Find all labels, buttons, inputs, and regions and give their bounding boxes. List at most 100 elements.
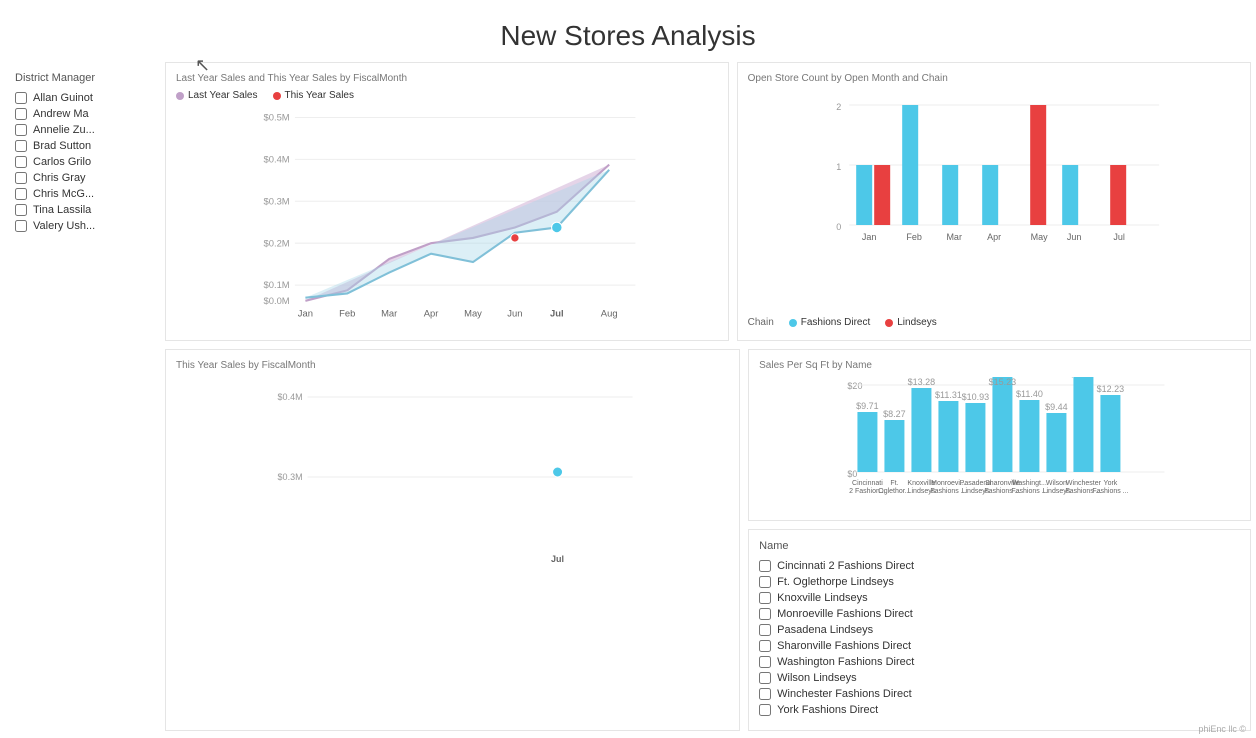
- svg-text:$0.4M: $0.4M: [264, 154, 290, 165]
- sidebar-label-8: Valery Ush...: [33, 220, 95, 232]
- sidebar-item-2[interactable]: Annelie Zu...: [15, 124, 145, 136]
- svg-text:$0.3M: $0.3M: [278, 472, 303, 482]
- svg-text:Apr: Apr: [987, 232, 1001, 242]
- svg-text:York: York: [1104, 480, 1118, 487]
- name-filter-checkbox-3[interactable]: [759, 608, 771, 620]
- svg-text:$0: $0: [848, 469, 858, 479]
- name-filter-checkbox-9[interactable]: [759, 704, 771, 716]
- this-year-dot: [273, 92, 281, 100]
- name-filter-checkbox-4[interactable]: [759, 624, 771, 636]
- name-filter-checkbox-2[interactable]: [759, 592, 771, 604]
- name-filter-item-3[interactable]: Monroeville Fashions Direct: [759, 608, 1240, 620]
- open-store-title: Open Store Count by Open Month and Chain: [748, 73, 1240, 84]
- svg-text:$10.93: $10.93: [962, 392, 990, 402]
- svg-text:Jul: Jul: [1113, 232, 1125, 242]
- sidebar-label-3: Brad Sutton: [33, 140, 91, 152]
- svg-text:$11.40: $11.40: [1016, 389, 1043, 399]
- svg-text:$20: $20: [848, 381, 863, 391]
- svg-text:Jun: Jun: [1067, 232, 1082, 242]
- sidebar-checkbox-6[interactable]: [15, 188, 27, 200]
- sidebar-item-7[interactable]: Tina Lassila: [15, 204, 145, 216]
- name-filter-checkbox-0[interactable]: [759, 560, 771, 572]
- svg-text:$0.0M: $0.0M: [264, 295, 290, 306]
- sqft-chart-title: Sales Per Sq Ft by Name: [759, 360, 1240, 371]
- name-filter-checkbox-7[interactable]: [759, 672, 771, 684]
- sidebar-checkbox-0[interactable]: [15, 92, 27, 104]
- name-filter-label-6: Washington Fashions Direct: [777, 656, 914, 668]
- sqft-chart-svg: $20 $0 $9.71 $8.27 $1: [759, 377, 1240, 507]
- fashions-dot: [789, 319, 797, 327]
- sidebar-checkbox-2[interactable]: [15, 124, 27, 136]
- name-filter-list: Cincinnati 2 Fashions Direct Ft. Oglethor…: [759, 560, 1240, 716]
- name-filter-item-7[interactable]: Wilson Lindseys: [759, 672, 1240, 684]
- sidebar-label-0: Allan Guinot: [33, 92, 93, 104]
- svg-text:Feb: Feb: [339, 308, 355, 319]
- footer: phiEnc llc ©: [1198, 724, 1246, 734]
- fashions-label: Fashions Direct: [801, 317, 870, 328]
- svg-text:Feb: Feb: [906, 232, 922, 242]
- sidebar-checkbox-5[interactable]: [15, 172, 27, 184]
- svg-text:Jan: Jan: [862, 232, 877, 242]
- svg-text:$0.1M: $0.1M: [264, 279, 290, 290]
- name-filter-checkbox-1[interactable]: [759, 576, 771, 588]
- sidebar-item-0[interactable]: Allan Guinot: [15, 92, 145, 104]
- sidebar-label-4: Carlos Grilo: [33, 156, 91, 168]
- name-filter-item-0[interactable]: Cincinnati 2 Fashions Direct: [759, 560, 1240, 572]
- sidebar-checkbox-4[interactable]: [15, 156, 27, 168]
- sidebar-checkbox-3[interactable]: [15, 140, 27, 152]
- sidebar-item-1[interactable]: Andrew Ma: [15, 108, 145, 120]
- sidebar-item-3[interactable]: Brad Sutton: [15, 140, 145, 152]
- sidebar-label-6: Chris McG...: [33, 188, 94, 200]
- svg-text:$13.28: $13.28: [908, 377, 936, 387]
- svg-text:$0.2M: $0.2M: [264, 237, 290, 248]
- svg-text:$9.44: $9.44: [1045, 402, 1068, 412]
- sidebar-label-5: Chris Gray: [33, 172, 86, 184]
- sidebar-item-4[interactable]: Carlos Grilo: [15, 156, 145, 168]
- svg-text:2: 2: [836, 102, 841, 112]
- name-filter-checkbox-8[interactable]: [759, 688, 771, 700]
- lindseys-dot: [885, 319, 893, 327]
- name-filter-item-9[interactable]: York Fashions Direct: [759, 704, 1240, 716]
- svg-text:$0.4M: $0.4M: [278, 392, 303, 402]
- sidebar-checkbox-7[interactable]: [15, 204, 27, 216]
- name-filter-item-1[interactable]: Ft. Oglethorpe Lindseys: [759, 576, 1240, 588]
- open-store-svg: 2 1 0: [748, 90, 1240, 310]
- name-filter-item-8[interactable]: Winchester Fashions Direct: [759, 688, 1240, 700]
- name-filter-title: Name: [759, 540, 1240, 552]
- svg-text:$9.71: $9.71: [856, 401, 879, 411]
- sidebar-label-2: Annelie Zu...: [33, 124, 95, 136]
- district-manager-filter: District Manager Allan GuinotAndrew MaAn…: [0, 62, 160, 730]
- svg-text:Cincinnati: Cincinnati: [852, 480, 883, 487]
- lindseys-label: Lindseys: [897, 317, 936, 328]
- svg-text:$0.3M: $0.3M: [264, 195, 290, 206]
- name-filter-item-2[interactable]: Knoxville Lindseys: [759, 592, 1240, 604]
- svg-text:$12.23: $12.23: [1097, 384, 1125, 394]
- name-filter-item-4[interactable]: Pasadena Lindseys: [759, 624, 1240, 636]
- svg-text:$11.31: $11.31: [935, 390, 962, 400]
- name-filter-item-5[interactable]: Sharonville Fashions Direct: [759, 640, 1240, 652]
- svg-text:Ft.: Ft.: [890, 480, 898, 487]
- name-filter-checkbox-5[interactable]: [759, 640, 771, 652]
- line-chart-title: Last Year Sales and This Year Sales by F…: [176, 73, 718, 84]
- chain-legend: Chain Fashions Direct Lindseys: [748, 317, 1240, 328]
- svg-text:Aug: Aug: [601, 308, 618, 319]
- legend-this-year: This Year Sales: [273, 90, 355, 101]
- this-year-chart-svg: $0.4M $0.3M Jul: [176, 377, 729, 577]
- sidebar-checkbox-8[interactable]: [15, 220, 27, 232]
- last-year-label: Last Year Sales: [188, 90, 258, 101]
- sidebar-item-6[interactable]: Chris McG...: [15, 188, 145, 200]
- line-chart-container: Last Year Sales and This Year Sales by F…: [165, 62, 729, 341]
- name-filter-label-3: Monroeville Fashions Direct: [777, 608, 913, 620]
- sidebar-item-8[interactable]: Valery Ush...: [15, 220, 145, 232]
- svg-text:Fashions ...: Fashions ...: [1092, 488, 1128, 495]
- this-year-chart-title: This Year Sales by FiscalMonth: [176, 360, 729, 371]
- name-filter-checkbox-6[interactable]: [759, 656, 771, 668]
- open-store-chart-container: Open Store Count by Open Month and Chain…: [737, 62, 1251, 341]
- svg-text:Jun: Jun: [507, 308, 522, 319]
- svg-text:$8.27: $8.27: [883, 409, 906, 419]
- sidebar-item-5[interactable]: Chris Gray: [15, 172, 145, 184]
- fashions-direct-legend: Fashions Direct: [789, 317, 870, 328]
- name-filter-container: Name Cincinnati 2 Fashions Direct Ft. Ogl…: [748, 529, 1251, 731]
- name-filter-item-6[interactable]: Washington Fashions Direct: [759, 656, 1240, 668]
- sidebar-checkbox-1[interactable]: [15, 108, 27, 120]
